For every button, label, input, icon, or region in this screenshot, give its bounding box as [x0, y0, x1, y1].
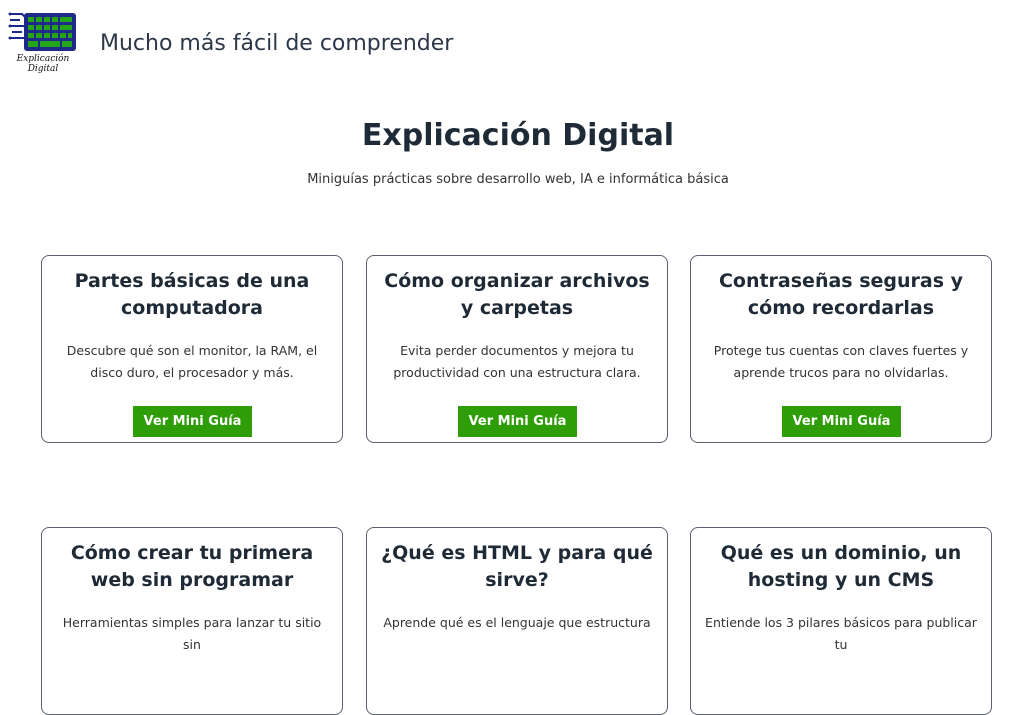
- site-logo[interactable]: Explicación Digital: [8, 10, 78, 82]
- card-title: ¿Qué es HTML y para qué sirve?: [381, 542, 653, 591]
- page-subtitle: Miniguías prácticas sobre desarrollo web…: [307, 172, 729, 187]
- site-header: Explicación Digital Mucho más fácil de c…: [0, 0, 1024, 90]
- card-title: Qué es un dominio, un hosting y un CMS: [720, 542, 962, 591]
- guide-card: Cómo organizar archivos y carpetas Evita…: [366, 255, 668, 443]
- card-description: Descubre qué son el monitor, la RAM, el …: [66, 343, 318, 380]
- card-title: Contraseñas seguras y cómo recordarlas: [718, 270, 964, 319]
- view-guide-button[interactable]: Ver Mini Guía: [782, 406, 901, 437]
- view-guide-button[interactable]: Ver Mini Guía: [133, 406, 252, 437]
- card-title: Cómo organizar archivos y carpetas: [384, 270, 650, 319]
- view-guide-button[interactable]: Ver Mini Guía: [458, 406, 577, 437]
- card-title: Partes básicas de una computadora: [74, 270, 310, 319]
- guide-card: Partes básicas de una computadora Descub…: [41, 255, 343, 443]
- guide-card: Qué es un dominio, un hosting y un CMS E…: [690, 527, 992, 715]
- guide-card: ¿Qué es HTML y para qué sirve? Aprende q…: [366, 527, 668, 715]
- card-description: Protege tus cuentas con claves fuertes y…: [713, 343, 969, 380]
- guide-card: Contraseñas seguras y cómo recordarlas P…: [690, 255, 992, 443]
- page-title: Explicación Digital: [361, 118, 675, 153]
- card-description: Herramientas simples para lanzar tu siti…: [62, 615, 322, 652]
- card-title: Cómo crear tu primera web sin programar: [70, 542, 314, 591]
- card-description: Evita perder documentos y mejora tu prod…: [393, 343, 641, 380]
- card-description: Aprende qué es el lenguaje que estructur…: [383, 615, 651, 630]
- card-description: Entiende los 3 pilares básicos para publ…: [705, 615, 977, 652]
- guide-card: Cómo crear tu primera web sin programar …: [41, 527, 343, 715]
- keyboard-logo-icon: [8, 12, 76, 51]
- site-tagline: Mucho más fácil de comprender: [100, 31, 454, 56]
- logo-text: Explicación Digital: [16, 54, 70, 74]
